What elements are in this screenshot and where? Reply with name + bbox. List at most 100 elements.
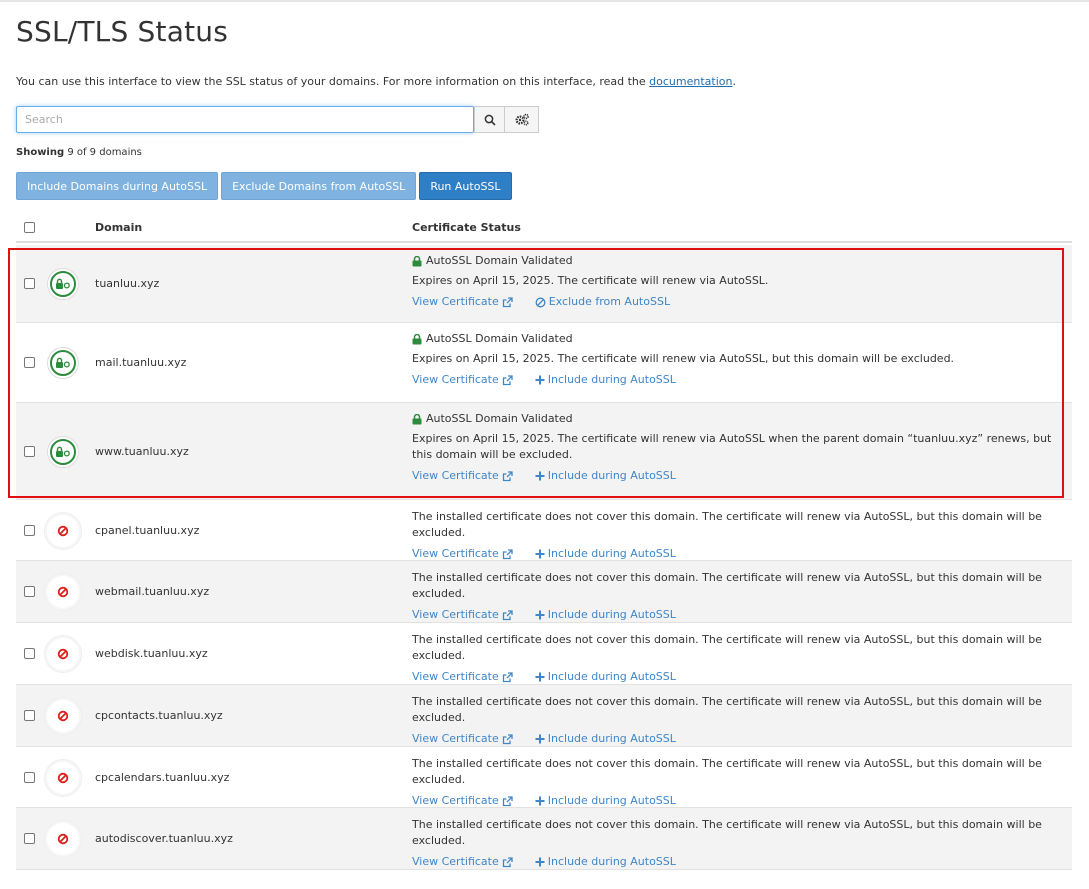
row-actions: View Certificate Exclude from AutoSSL: [412, 294, 1062, 310]
external-link-icon: [502, 374, 513, 385]
ssl-status-error: [44, 758, 82, 797]
select-all-checkbox[interactable]: [24, 222, 35, 233]
ssl-status-error: [44, 820, 82, 858]
include-during-autossl-link[interactable]: Include during AutoSSL: [535, 372, 676, 388]
view-certificate-link[interactable]: View Certificate: [412, 294, 513, 310]
domain-name: autodiscover.tuanluu.xyz: [95, 832, 233, 845]
view-certificate-label: View Certificate: [412, 732, 499, 745]
ban-icon: [57, 710, 69, 722]
action-label: Include during AutoSSL: [547, 373, 676, 386]
status-message: The installed certificate does not cover…: [412, 510, 1042, 539]
include-during-autossl-link[interactable]: Include during AutoSSL: [535, 731, 676, 747]
view-certificate-link[interactable]: View Certificate: [412, 793, 513, 809]
validated-text: AutoSSL Domain Validated: [426, 332, 573, 345]
external-link-icon: [502, 548, 513, 559]
view-certificate-label: View Certificate: [412, 794, 499, 807]
run-autossl-button[interactable]: Run AutoSSL: [419, 172, 512, 200]
external-link-icon: [502, 609, 513, 620]
include-during-autossl-link[interactable]: Include during AutoSSL: [535, 854, 676, 870]
search-bar: [16, 106, 539, 133]
plus-icon: [535, 549, 545, 559]
exclude-domains-button[interactable]: Exclude Domains from AutoSSL: [221, 172, 417, 200]
row-actions: View Certificate Include during AutoSSL: [412, 372, 1062, 388]
ban-icon: [57, 525, 69, 536]
domain-name: tuanluu.xyz: [95, 277, 160, 290]
table-row: autodiscover.tuanluu.xyz The installed ce…: [16, 808, 1072, 870]
status-message: The installed certificate does not cover…: [412, 818, 1042, 847]
action-label: Include during AutoSSL: [547, 855, 676, 868]
ssl-status-ok: [47, 435, 79, 468]
certificate-status: The installed certificate does not cover…: [412, 817, 1062, 870]
row-actions: View Certificate Include during AutoSSL: [412, 854, 1062, 870]
view-certificate-label: View Certificate: [412, 608, 499, 621]
include-during-autossl-link[interactable]: Include during AutoSSL: [535, 669, 676, 685]
ban-icon: [57, 772, 69, 783]
plus-icon: [535, 672, 545, 682]
status-message: Expires on April 15, 2025. The certifica…: [412, 352, 955, 365]
row-actions: View Certificate Include during AutoSSL: [412, 669, 1062, 685]
external-link-icon: [502, 795, 513, 806]
row-checkbox[interactable]: [24, 648, 35, 659]
lock-refresh-icon: [56, 357, 70, 368]
row-checkbox[interactable]: [24, 357, 35, 368]
action-label: Include during AutoSSL: [547, 670, 676, 683]
row-checkbox[interactable]: [24, 445, 35, 457]
status-message: The installed certificate does not cover…: [412, 571, 1042, 600]
include-during-autossl-link[interactable]: Include during AutoSSL: [535, 546, 676, 562]
top-divider: [0, 0, 1089, 2]
status-message: The installed certificate does not cover…: [412, 695, 1042, 724]
table-row: mail.tuanluu.xyz AutoSSL Domain Validated…: [16, 323, 1072, 403]
validated-text: AutoSSL Domain Validated: [426, 412, 573, 425]
row-actions: View Certificate Include during AutoSSL: [412, 468, 1062, 484]
search-settings-button[interactable]: [505, 106, 539, 133]
view-certificate-link[interactable]: View Certificate: [412, 854, 513, 870]
view-certificate-label: View Certificate: [412, 469, 499, 482]
view-certificate-link[interactable]: View Certificate: [412, 731, 513, 747]
row-checkbox[interactable]: [24, 586, 35, 597]
lock-refresh-icon: [56, 446, 70, 457]
page-intro: You can use this interface to view the S…: [16, 75, 736, 88]
documentation-link[interactable]: documentation: [649, 75, 732, 88]
actions-toolbar: Include Domains during AutoSSL Exclude D…: [16, 172, 512, 200]
include-during-autossl-link[interactable]: Include during AutoSSL: [535, 607, 676, 623]
include-during-autossl-link[interactable]: Include during AutoSSL: [535, 793, 676, 809]
search-icon: [484, 114, 496, 126]
validated-text: AutoSSL Domain Validated: [426, 254, 573, 267]
certificate-status: AutoSSL Domain Validated Expires on April…: [412, 411, 1062, 484]
include-domains-button[interactable]: Include Domains during AutoSSL: [16, 172, 219, 200]
view-certificate-link[interactable]: View Certificate: [412, 546, 513, 562]
view-certificate-link[interactable]: View Certificate: [412, 607, 513, 623]
search-button[interactable]: [474, 106, 505, 133]
row-checkbox[interactable]: [24, 278, 35, 289]
domain-name: webmail.tuanluu.xyz: [95, 585, 210, 598]
row-checkbox[interactable]: [24, 771, 35, 783]
plus-icon: [535, 796, 545, 806]
row-actions: View Certificate Include during AutoSSL: [412, 546, 1062, 562]
row-actions: View Certificate Include during AutoSSL: [412, 607, 1062, 623]
showing-label: Showing: [16, 147, 65, 158]
view-certificate-label: View Certificate: [412, 855, 499, 868]
action-label: Include during AutoSSL: [547, 547, 676, 560]
action-label: Include during AutoSSL: [547, 469, 676, 482]
action-label: Exclude from AutoSSL: [548, 295, 671, 308]
ban-icon: [535, 297, 546, 307]
ban-icon: [57, 586, 69, 598]
validated-status: AutoSSL Domain Validated: [412, 411, 1062, 427]
validated-status: AutoSSL Domain Validated: [412, 331, 1062, 347]
row-checkbox[interactable]: [24, 710, 35, 721]
ban-icon: [57, 648, 69, 660]
view-certificate-label: View Certificate: [412, 295, 499, 308]
include-during-autossl-link[interactable]: Include during AutoSSL: [535, 468, 676, 484]
domain-column-header: Domain: [95, 221, 143, 234]
external-link-icon: [502, 733, 513, 744]
action-label: Include during AutoSSL: [547, 794, 676, 807]
view-certificate-link[interactable]: View Certificate: [412, 468, 513, 484]
row-checkbox[interactable]: [24, 524, 35, 536]
row-actions: View Certificate Include during AutoSSL: [412, 793, 1062, 809]
exclude-from-autossl-link[interactable]: Exclude from AutoSSL: [535, 294, 670, 310]
certificate-status: AutoSSL Domain Validated Expires on April…: [412, 253, 1062, 310]
view-certificate-link[interactable]: View Certificate: [412, 669, 513, 685]
view-certificate-link[interactable]: View Certificate: [412, 372, 513, 388]
search-input[interactable]: [16, 106, 474, 133]
row-checkbox[interactable]: [24, 833, 35, 844]
